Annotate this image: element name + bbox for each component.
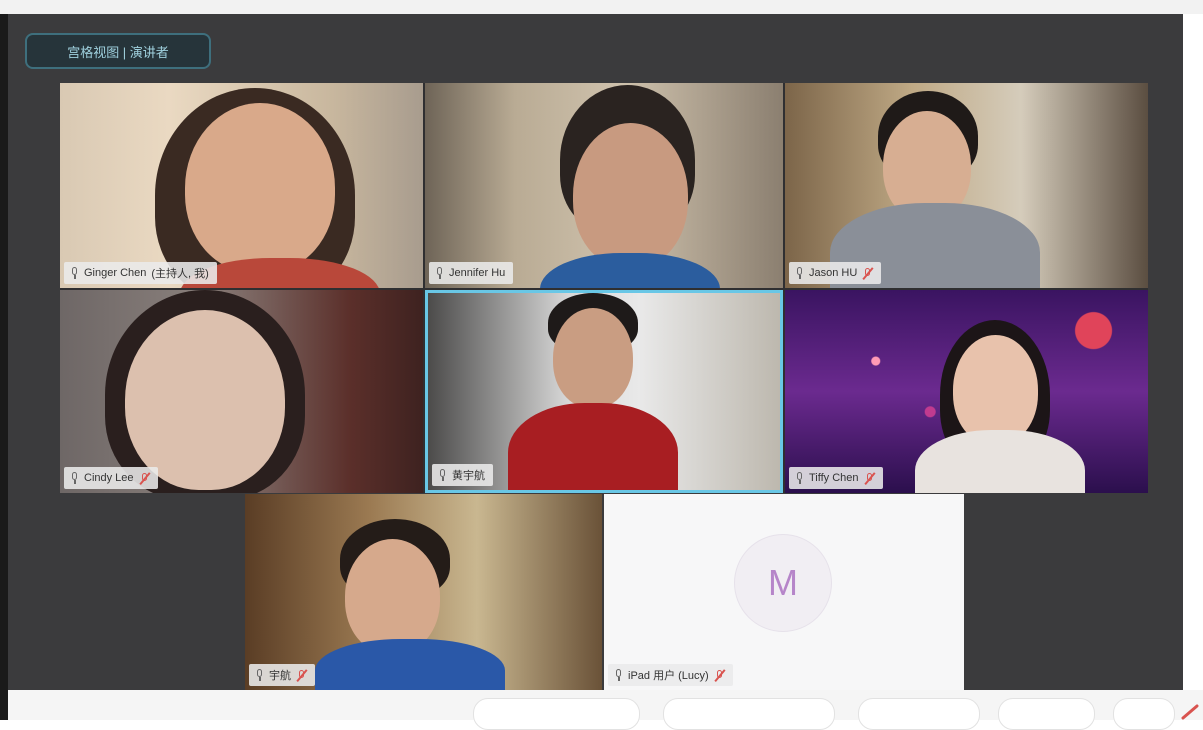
mic-icon (795, 472, 804, 484)
mic-muted-icon (864, 472, 875, 485)
participant-face (953, 335, 1038, 445)
participant-body (315, 639, 505, 690)
participant-body (508, 403, 678, 490)
video-grid: Ginger Chen (主持人, 我) Jennifer Hu Jason H… (60, 83, 1148, 493)
participant-name: Tiffy Chen (809, 472, 859, 484)
video-tile[interactable]: Ginger Chen (主持人, 我) (60, 83, 423, 288)
participant-name: Cindy Lee (84, 472, 134, 484)
participant-name: Ginger Chen (84, 267, 147, 279)
participant-name: iPad 用户 (Lucy) (628, 670, 709, 682)
participant-face (553, 308, 633, 408)
participant-name: 黄宇航 (452, 470, 485, 482)
participant-nameplate: Jason HU (789, 262, 882, 284)
toolbar-button[interactable] (858, 698, 980, 730)
video-tile[interactable]: 宇航 (245, 494, 602, 690)
participant-face (573, 123, 688, 268)
video-tile[interactable]: Tiffy Chen (785, 290, 1148, 493)
participant-name: Jennifer Hu (449, 267, 506, 279)
mic-icon (70, 267, 79, 279)
mic-muted-icon (714, 669, 725, 682)
title-strip (0, 0, 1203, 14)
mic-icon (795, 267, 804, 279)
participant-name: Jason HU (809, 267, 858, 279)
video-tile[interactable]: Jason HU (785, 83, 1148, 288)
video-tile[interactable]: Cindy Lee (60, 290, 423, 493)
mic-muted-icon (296, 669, 307, 682)
participant-face (185, 103, 335, 273)
meeting-toolbar (8, 690, 1203, 730)
mic-icon (614, 669, 623, 681)
participant-role: (主持人, 我) (151, 268, 209, 280)
participant-nameplate: 黄宇航 (432, 464, 493, 486)
avatar: M (734, 534, 832, 632)
mic-muted-icon (139, 472, 150, 485)
mic-icon (255, 669, 264, 681)
participant-name: 宇航 (269, 670, 291, 682)
mic-icon (438, 469, 447, 481)
toolbar-button[interactable] (1113, 698, 1175, 730)
participant-nameplate: 宇航 (249, 664, 315, 686)
participant-nameplate: Cindy Lee (64, 467, 158, 489)
view-switch-button[interactable]: 宫格视图 | 演讲者 (25, 33, 211, 69)
participant-nameplate: Ginger Chen (主持人, 我) (64, 262, 217, 284)
video-tile-avatar[interactable]: M iPad 用户 (Lucy) (604, 494, 964, 690)
mic-icon (70, 472, 79, 484)
meeting-window: 宫格视图 | 演讲者 Ginger Chen (主持人, 我) Jennifer… (0, 0, 1203, 730)
participant-nameplate: Jennifer Hu (429, 262, 514, 284)
video-tile-active-speaker[interactable]: 黄宇航 (425, 290, 783, 493)
mic-muted-icon (862, 267, 873, 280)
participant-body (915, 430, 1085, 493)
toolbar-button[interactable] (473, 698, 640, 730)
participant-face (125, 310, 285, 490)
participant-nameplate: Tiffy Chen (789, 467, 883, 489)
video-tile[interactable]: Jennifer Hu (425, 83, 783, 288)
toolbar-button[interactable] (998, 698, 1095, 730)
window-edge (0, 14, 8, 720)
mic-icon (435, 267, 444, 279)
participant-nameplate: iPad 用户 (Lucy) (608, 664, 733, 686)
leave-icon[interactable] (1177, 700, 1203, 720)
participant-face (345, 539, 440, 654)
toolbar-button[interactable] (663, 698, 835, 730)
